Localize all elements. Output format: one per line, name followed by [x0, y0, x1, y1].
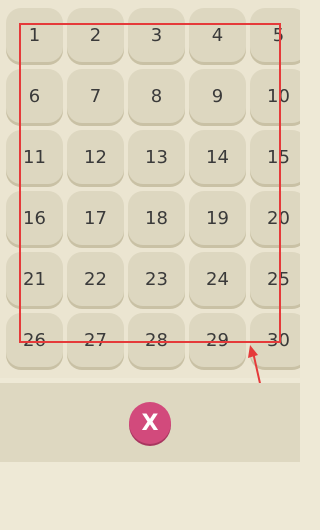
bottom-bar: X — [0, 383, 300, 462]
level-button-17[interactable]: 17 — [67, 191, 124, 245]
level-button-19[interactable]: 19 — [189, 191, 246, 245]
level-button-22[interactable]: 22 — [67, 252, 124, 306]
level-button-15[interactable]: 15 — [250, 130, 300, 184]
level-button-6[interactable]: 6 — [6, 69, 63, 123]
level-button-8[interactable]: 8 — [128, 69, 185, 123]
level-select-screen: 1 2 3 4 5 6 7 8 9 10 11 12 13 14 15 16 17 18 19 20 21 22 23 24 2… — [0, 0, 300, 530]
level-button-13[interactable]: 13 — [128, 130, 185, 184]
level-grid: 1 2 3 4 5 6 7 8 9 10 11 12 13 14 15 16 17 18 19 20 21 22 23 24 2… — [6, 8, 300, 367]
level-button-27[interactable]: 27 — [67, 313, 124, 367]
level-button-7[interactable]: 7 — [67, 69, 124, 123]
level-button-9[interactable]: 9 — [189, 69, 246, 123]
level-button-1[interactable]: 1 — [6, 8, 63, 62]
level-button-10[interactable]: 10 — [250, 69, 300, 123]
level-button-14[interactable]: 14 — [189, 130, 246, 184]
level-button-30[interactable]: 30 — [250, 313, 300, 367]
level-button-26[interactable]: 26 — [6, 313, 63, 367]
level-button-11[interactable]: 11 — [6, 130, 63, 184]
level-button-20[interactable]: 20 — [250, 191, 300, 245]
level-button-12[interactable]: 12 — [67, 130, 124, 184]
footer-area — [0, 462, 300, 530]
level-grid-area: 1 2 3 4 5 6 7 8 9 10 11 12 13 14 15 16 17 18 19 20 21 22 23 24 2… — [0, 0, 300, 378]
level-button-25[interactable]: 25 — [250, 252, 300, 306]
level-button-23[interactable]: 23 — [128, 252, 185, 306]
level-button-18[interactable]: 18 — [128, 191, 185, 245]
level-button-5[interactable]: 5 — [250, 8, 300, 62]
level-button-2[interactable]: 2 — [67, 8, 124, 62]
level-button-28[interactable]: 28 — [128, 313, 185, 367]
close-icon: X — [141, 410, 159, 436]
level-button-21[interactable]: 21 — [6, 252, 63, 306]
close-button[interactable]: X — [129, 402, 171, 444]
level-button-4[interactable]: 4 — [189, 8, 246, 62]
level-button-29[interactable]: 29 — [189, 313, 246, 367]
level-button-3[interactable]: 3 — [128, 8, 185, 62]
level-button-24[interactable]: 24 — [189, 252, 246, 306]
level-button-16[interactable]: 16 — [6, 191, 63, 245]
